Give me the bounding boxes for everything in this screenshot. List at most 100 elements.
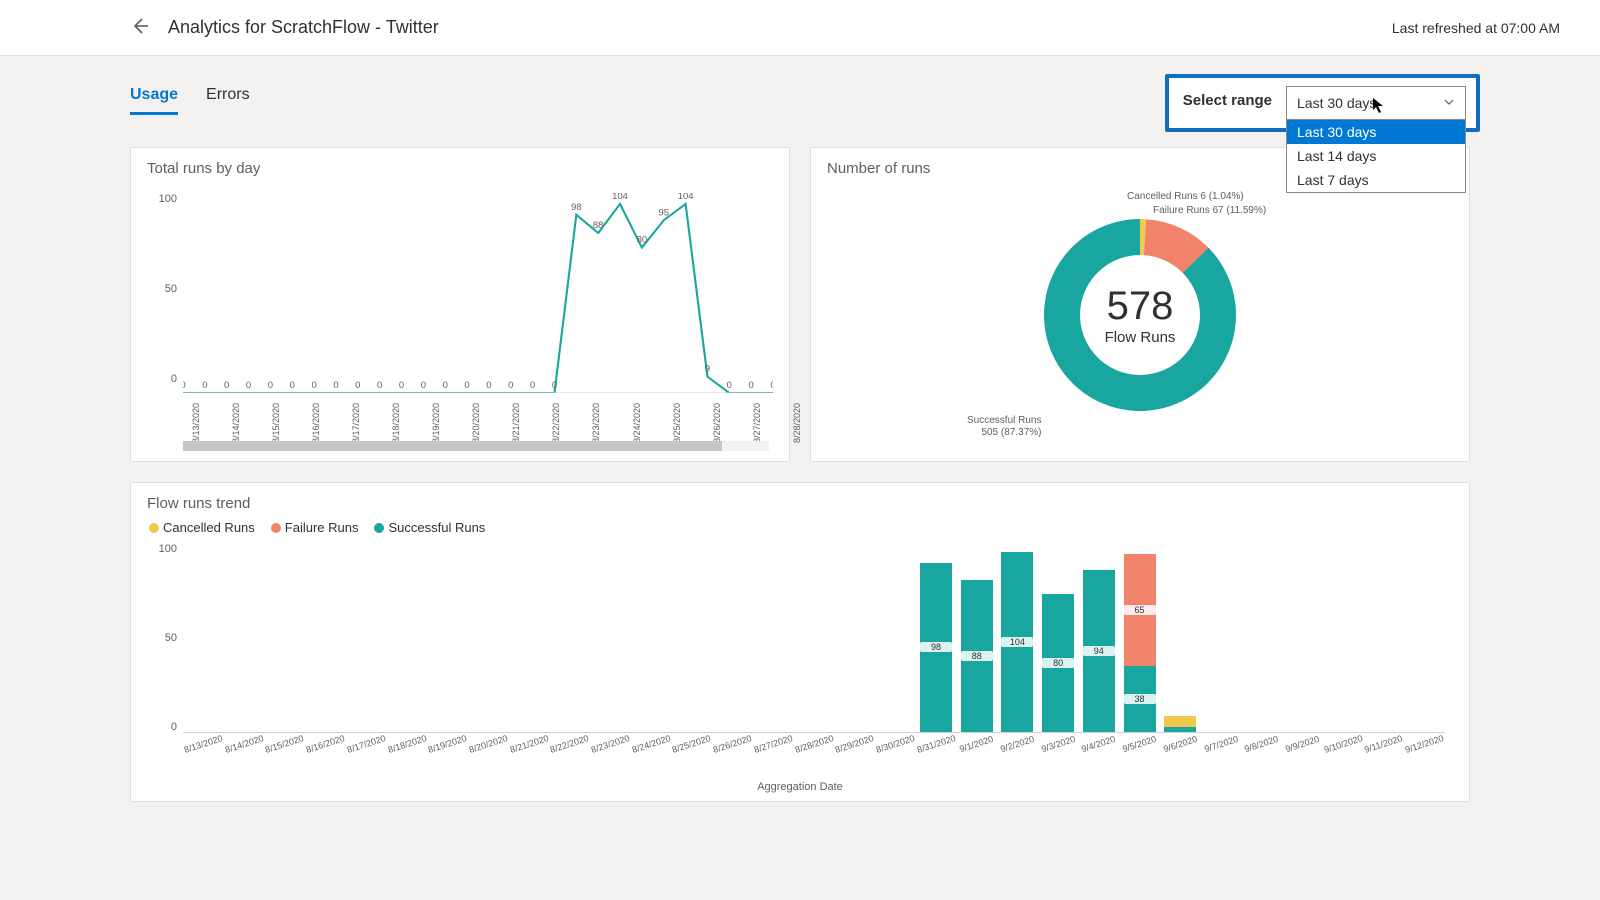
- trend-bar[interactable]: [712, 543, 753, 732]
- trend-xtick: 8/17/2020: [345, 733, 387, 755]
- trend-bar-segment: 38: [1124, 666, 1156, 732]
- line-xtick: 8/25/2020: [672, 403, 718, 443]
- trend-xtick: 9/5/2020: [1119, 733, 1161, 755]
- donut-callout-successful: Successful Runs 505 (87.37%): [967, 415, 1041, 439]
- back-arrow-icon[interactable]: [130, 16, 150, 39]
- svg-text:0: 0: [183, 380, 186, 390]
- trend-bar-value: 94: [1083, 646, 1115, 656]
- trend-bar[interactable]: [1363, 543, 1404, 732]
- trend-xtick: 9/7/2020: [1200, 733, 1242, 755]
- tab-errors[interactable]: Errors: [206, 86, 250, 115]
- range-option-30[interactable]: Last 30 days: [1287, 120, 1465, 144]
- svg-text:0: 0: [311, 380, 316, 390]
- trend-bar[interactable]: [509, 543, 550, 732]
- trend-bar[interactable]: [875, 543, 916, 732]
- trend-bar[interactable]: 94: [1078, 543, 1119, 732]
- trend-xtick: 9/3/2020: [1037, 733, 1079, 755]
- trend-xtick: 8/20/2020: [467, 733, 509, 755]
- trend-bar-value: 65: [1124, 605, 1156, 615]
- line-chart-scrollbar[interactable]: [183, 441, 769, 451]
- trend-bar[interactable]: [183, 543, 224, 732]
- trend-bar[interactable]: [549, 543, 590, 732]
- svg-text:0: 0: [355, 380, 360, 390]
- svg-text:0: 0: [464, 380, 469, 390]
- line-chart-scroll-thumb[interactable]: [183, 441, 722, 451]
- trend-bar[interactable]: [753, 543, 794, 732]
- trend-xtick: 8/16/2020: [305, 733, 347, 755]
- trend-bar[interactable]: [346, 543, 387, 732]
- svg-text:0: 0: [443, 380, 448, 390]
- trend-bar[interactable]: [1241, 543, 1282, 732]
- trend-bar[interactable]: [264, 543, 305, 732]
- trend-xtick: 8/23/2020: [589, 733, 631, 755]
- trend-bar[interactable]: 98: [916, 543, 957, 732]
- donut-chart[interactable]: 578 Flow Runs Cancelled Runs 6 (1.04%) F…: [827, 185, 1453, 445]
- trend-bar[interactable]: [671, 543, 712, 732]
- svg-text:9: 9: [705, 364, 710, 374]
- trend-bar[interactable]: [427, 543, 468, 732]
- trend-ytick: 0: [171, 721, 177, 733]
- trend-bar[interactable]: 38 65: [1119, 543, 1160, 732]
- trend-bar[interactable]: 104: [997, 543, 1038, 732]
- trend-bar[interactable]: [387, 543, 428, 732]
- trend-bar[interactable]: [794, 543, 835, 732]
- range-option-7[interactable]: Last 7 days: [1287, 168, 1465, 192]
- tab-usage[interactable]: Usage: [130, 86, 178, 115]
- range-select[interactable]: Last 30 days: [1286, 86, 1466, 120]
- trend-bar[interactable]: [1404, 543, 1445, 732]
- trend-bar[interactable]: 80: [1038, 543, 1079, 732]
- trend-ytick: 50: [165, 632, 177, 644]
- topbar: Analytics for ScratchFlow - Twitter Last…: [0, 0, 1600, 56]
- trend-xtick: 8/31/2020: [915, 733, 957, 755]
- trend-bar[interactable]: [224, 543, 265, 732]
- legend-dot-icon: [149, 523, 159, 533]
- trend-bar[interactable]: [1160, 543, 1201, 732]
- trend-plot[interactable]: 988810480 94 38 65: [183, 543, 1445, 733]
- trend-bar[interactable]: [631, 543, 672, 732]
- trend-bar-segment: 88: [961, 580, 993, 732]
- trend-xtick: 9/9/2020: [1281, 733, 1323, 755]
- donut-callout-cancelled: Cancelled Runs 6 (1.04%): [1127, 191, 1244, 203]
- svg-text:0: 0: [333, 380, 338, 390]
- svg-text:0: 0: [727, 380, 732, 390]
- trend-bar-segment: 65: [1124, 554, 1156, 666]
- trend-xtick: 8/21/2020: [508, 733, 550, 755]
- trend-bar[interactable]: [1323, 543, 1364, 732]
- trend-xlabel: Aggregation Date: [147, 781, 1453, 793]
- trend-bar[interactable]: 88: [956, 543, 997, 732]
- trend-bar[interactable]: [590, 543, 631, 732]
- legend-label: Cancelled Runs: [163, 520, 255, 535]
- trend-bar-segment: 98: [920, 563, 952, 732]
- donut-center-label: Flow Runs: [1105, 329, 1176, 346]
- trend-bar[interactable]: [834, 543, 875, 732]
- trend-bar-segment: [1164, 727, 1196, 732]
- trend-xtick: 8/15/2020: [264, 733, 306, 755]
- legend-item[interactable]: Failure Runs: [271, 520, 359, 535]
- chevron-down-icon: [1443, 95, 1455, 111]
- trend-xtick: 9/11/2020: [1363, 733, 1405, 755]
- trend-xtick: 8/24/2020: [630, 733, 672, 755]
- trend-xtick: 8/29/2020: [834, 733, 876, 755]
- trend-bar[interactable]: [468, 543, 509, 732]
- line-chart-yaxis: 100500: [147, 185, 177, 385]
- trend-xaxis: 8/13/20208/14/20208/15/20208/16/20208/17…: [183, 739, 1445, 749]
- donut-callout-failure: Failure Runs 67 (11.59%): [1153, 205, 1266, 217]
- svg-text:0: 0: [290, 380, 295, 390]
- trend-bar[interactable]: [1282, 543, 1323, 732]
- trend-xtick: 8/25/2020: [671, 733, 713, 755]
- trend-bar[interactable]: [305, 543, 346, 732]
- legend-item[interactable]: Successful Runs: [374, 520, 485, 535]
- trend-xtick: 9/4/2020: [1078, 733, 1120, 755]
- card-total-runs-title: Total runs by day: [147, 160, 773, 177]
- legend-item[interactable]: Cancelled Runs: [149, 520, 255, 535]
- svg-text:80: 80: [637, 235, 648, 245]
- svg-text:0: 0: [421, 380, 426, 390]
- svg-text:0: 0: [486, 380, 491, 390]
- line-xtick: 8/23/2020: [591, 403, 637, 443]
- trend-bar[interactable]: [1201, 543, 1242, 732]
- trend-xtick: 9/8/2020: [1241, 733, 1283, 755]
- range-option-14[interactable]: Last 14 days: [1287, 144, 1465, 168]
- line-chart-plot[interactable]: 000000000000000000988810480951049000: [183, 193, 773, 393]
- svg-text:88: 88: [593, 220, 604, 230]
- line-xtick: 8/27/2020: [752, 403, 798, 443]
